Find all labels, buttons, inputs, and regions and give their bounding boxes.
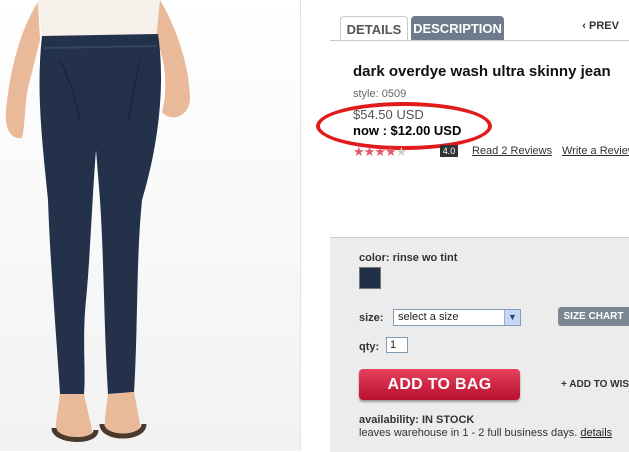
- product-details-panel: DETAILS DESCRIPTION ‹ PREV dark overdye …: [316, 0, 629, 452]
- add-to-wishlist-label: ADD TO WISHLIST: [569, 379, 629, 390]
- star-rating: ★★★★★: [353, 144, 408, 160]
- shipping-note-text: leaves warehouse in 1 - 2 full business …: [359, 427, 578, 439]
- chevron-down-icon: ▼: [504, 310, 520, 325]
- size-select[interactable]: select a size ▼: [393, 309, 521, 326]
- size-chart-button[interactable]: SIZE CHART: [558, 307, 629, 326]
- purchase-options: color: rinse wo tint size: select a size…: [330, 237, 629, 452]
- product-image: [0, 0, 301, 451]
- tab-description[interactable]: DESCRIPTION: [411, 16, 504, 40]
- star-icon: ★: [384, 144, 397, 159]
- prev-link[interactable]: ‹ PREV: [582, 20, 619, 32]
- add-to-bag-button[interactable]: ADD TO BAG: [359, 369, 520, 400]
- tab-divider: [330, 40, 629, 41]
- tab-details[interactable]: DETAILS: [340, 16, 408, 41]
- details-link[interactable]: details: [580, 427, 612, 439]
- shipping-note: leaves warehouse in 1 - 2 full business …: [359, 427, 612, 439]
- color-swatch[interactable]: [359, 267, 381, 289]
- read-reviews-link[interactable]: Read 2 Reviews: [472, 145, 552, 157]
- rating-value: 4.0: [440, 145, 458, 157]
- product-title: dark overdye wash ultra skinny jean: [353, 63, 611, 80]
- star-empty-icon: ★: [395, 144, 408, 159]
- write-review-link[interactable]: Write a Review: [562, 145, 629, 157]
- add-to-wishlist-link[interactable]: + ADD TO WISHLIST: [561, 379, 629, 390]
- qty-input[interactable]: 1: [386, 337, 408, 353]
- star-icon: ★: [374, 144, 386, 159]
- size-label: size:: [359, 312, 384, 324]
- availability-status: availability: IN STOCK: [359, 414, 475, 426]
- size-select-value: select a size: [398, 311, 459, 323]
- plus-icon: +: [561, 379, 570, 390]
- prev-label: PREV: [589, 20, 619, 32]
- star-icon: ★: [363, 144, 376, 159]
- color-label: color: rinse wo tint: [359, 252, 458, 264]
- qty-label: qty:: [359, 341, 380, 353]
- highlight-circle: [316, 102, 492, 150]
- jeans-model-illustration: [5, 0, 190, 443]
- product-style: style: 0509: [353, 88, 407, 100]
- star-icon: ★: [353, 144, 365, 159]
